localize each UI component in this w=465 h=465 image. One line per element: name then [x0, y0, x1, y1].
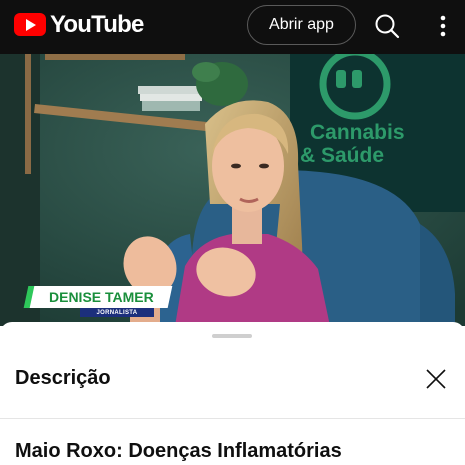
video-title: Maio Roxo: Doenças Inflamatórias: [15, 440, 342, 462]
video-player[interactable]: Cannabis & Saúde DENISE TAMER JORNALISTA: [0, 54, 465, 326]
search-icon[interactable]: [373, 12, 401, 40]
poster-text-saude: & Saúde: [300, 144, 384, 167]
lower-third-name: DENISE TAMER: [29, 286, 173, 308]
youtube-wordmark[interactable]: YouTube: [50, 11, 144, 39]
open-app-button[interactable]: Abrir app: [247, 5, 356, 45]
poster-text-cannabis: Cannabis: [310, 121, 405, 144]
lower-third-name-text: DENISE TAMER: [48, 289, 154, 305]
more-vertical-icon[interactable]: [438, 13, 448, 39]
description-sheet: Descrição Maio Roxo: Doenças Inflamatóri…: [0, 322, 465, 465]
lower-third-role: JORNALISTA: [80, 308, 154, 317]
drag-handle[interactable]: [212, 334, 252, 338]
close-icon[interactable]: [424, 367, 448, 391]
sheet-heading: Descrição: [15, 367, 111, 389]
top-app-bar: YouTube Abrir app: [0, 0, 465, 54]
divider: [0, 418, 465, 419]
youtube-logo-icon[interactable]: [14, 13, 46, 36]
